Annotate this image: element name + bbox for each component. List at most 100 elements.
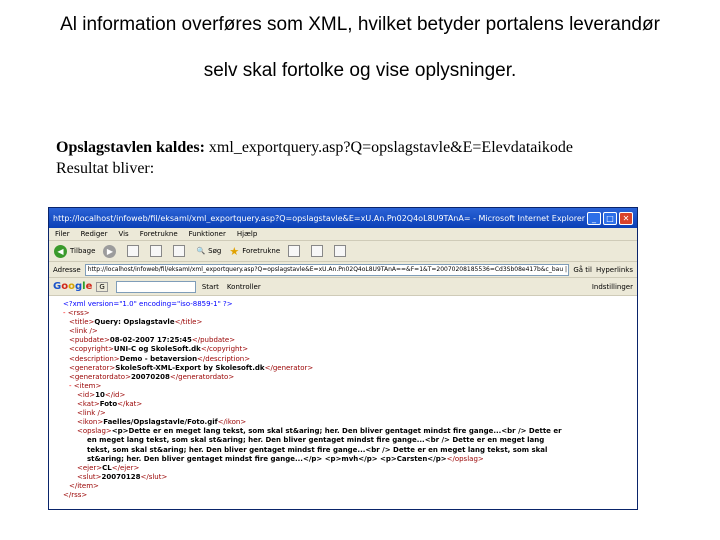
favorites-label: Foretrukne: [242, 247, 281, 255]
xml-line: </rss>: [63, 491, 637, 500]
xml-tag: <opslag>: [77, 427, 112, 436]
refresh-button[interactable]: [150, 245, 165, 257]
home-button[interactable]: [173, 245, 188, 257]
menu-bar: Filer Rediger Vis Foretrukne Funktioner …: [49, 228, 637, 241]
xml-content: <?xml version="1.0" encoding="iso-8859-1…: [49, 296, 637, 509]
xml-tag: </ejer>: [111, 463, 140, 472]
favorites-button[interactable]: ★ Foretrukne: [229, 245, 280, 258]
xml-line: st&aring; her. Den bliver gentaget minds…: [63, 455, 637, 464]
back-arrow-icon: ◀: [54, 244, 67, 258]
star-icon: ★: [229, 244, 240, 258]
google-g-button[interactable]: G: [96, 281, 108, 292]
menu-file[interactable]: Filer: [55, 230, 70, 238]
xml-tag: <pubdate>: [69, 336, 110, 345]
xml-tag: </id>: [104, 390, 126, 399]
google-settings-button[interactable]: Indstillinger: [592, 283, 633, 291]
xml-tag: </rss>: [63, 490, 88, 499]
back-label: Tilbage: [70, 247, 96, 255]
xml-tag: <generatordato>: [69, 372, 131, 381]
xml-text: 08-02-2007 17:25:45: [109, 336, 192, 345]
xml-line: <description>Demo - betaversion</descrip…: [63, 355, 637, 364]
xml-tag: </kat>: [117, 400, 143, 409]
xml-line: <ikon>Faelles/Opslagstavle/Foto.gif</iko…: [63, 418, 637, 427]
xml-tag: <copyright>: [69, 345, 114, 354]
xml-tag: <rss>: [67, 309, 90, 318]
menu-view[interactable]: Vis: [118, 230, 128, 238]
xml-tag: </item>: [69, 481, 99, 490]
xml-text: SkoleSoft-XML-Export by Skolesoft.dk: [115, 363, 265, 372]
xml-line: en meget lang tekst, som skal st&aring; …: [63, 436, 637, 445]
caption-query-line: Opslagstavlen kaldes: xml_exportquery.as…: [56, 139, 573, 157]
menu-help[interactable]: Hjælp: [237, 230, 257, 238]
close-button[interactable]: ✕: [619, 211, 633, 225]
caption-query: xml_exportquery.asp?Q=opslagstavle&E=Ele…: [204, 139, 573, 156]
xml-line: <generator>SkoleSoft-XML-Export by Skole…: [63, 364, 637, 373]
heading-line-2: selv skal fortolke og vise oplysninger.: [203, 60, 517, 81]
xml-text: 20070128: [101, 472, 141, 481]
xml-line: <kat>Foto</kat>: [63, 400, 637, 409]
xml-tag: </generatordato>: [169, 372, 235, 381]
print-button[interactable]: [334, 245, 349, 257]
xml-tag: </opslag>: [446, 454, 484, 463]
minimize-button[interactable]: _: [587, 211, 601, 225]
address-input[interactable]: http://localhost/infoweb/fil/eksamI/xml_…: [84, 263, 570, 276]
google-search-input[interactable]: [115, 280, 196, 293]
maximize-button[interactable]: □: [603, 211, 617, 225]
xml-line: <opslag><p>Dette er en meget lang tekst,…: [63, 427, 637, 436]
xml-tag: <generator>: [69, 363, 116, 372]
caption-label: Opslagstavlen kaldes:: [56, 139, 205, 156]
mail-icon: [311, 245, 324, 257]
go-button[interactable]: Gå til: [573, 266, 592, 274]
xml-tag: <item>: [73, 381, 102, 390]
xml-line: <pubdate>08-02-2007 17:25:45</pubdate>: [63, 336, 637, 345]
search-label: Søg: [208, 247, 222, 255]
xml-text: Query: Opslagstavle: [94, 318, 175, 327]
menu-edit[interactable]: Rediger: [81, 230, 108, 238]
search-icon: 🔍: [196, 247, 206, 255]
stop-button[interactable]: [127, 245, 142, 257]
history-button[interactable]: [288, 245, 303, 257]
xml-tag: <id>: [77, 390, 96, 399]
xml-text: 20070208: [130, 372, 170, 381]
forward-button[interactable]: ▶: [103, 244, 119, 258]
stop-icon: [127, 245, 140, 257]
google-check-button[interactable]: Kontroller: [227, 283, 261, 291]
xml-line: </item>: [63, 482, 637, 491]
google-logo: Google: [53, 281, 93, 292]
heading-line-1: Al information overføres som XML, hvilke…: [60, 14, 660, 35]
xml-line: <slut>20070128</slut>: [63, 473, 637, 482]
refresh-icon: [150, 245, 163, 257]
address-bar: Adresse http://localhost/infoweb/fil/eks…: [49, 262, 637, 278]
xml-text: Faelles/Opslagstavle/Foto.gif: [103, 418, 218, 427]
address-label: Adresse: [53, 265, 81, 274]
xml-text: <p>Dette er en meget lang tekst, som ska…: [111, 427, 562, 436]
google-start-button[interactable]: Start: [202, 283, 219, 291]
search-button[interactable]: 🔍 Søg: [196, 247, 221, 255]
xml-line: <ejer>CL</ejer>: [63, 464, 637, 473]
xml-text: st&aring; her. Den bliver gentaget minds…: [87, 454, 447, 463]
browser-toolbar: ◀ Tilbage ▶ 🔍 Søg ★ Foretrukne: [49, 241, 637, 262]
xml-line: tekst, som skal st&aring; her. Den blive…: [63, 446, 637, 455]
xml-line: <copyright>UNI-C og SkoleSoft.dk</copyri…: [63, 345, 637, 354]
xml-tag: <description>: [69, 354, 120, 363]
xml-text: Foto: [99, 400, 118, 409]
xml-text: CL: [102, 463, 112, 472]
xml-tag: <kat>: [77, 400, 100, 409]
menu-tools[interactable]: Funktioner: [189, 230, 226, 238]
menu-favorites[interactable]: Foretrukne: [140, 230, 178, 238]
xml-text: en meget lang tekst, som skal st&aring; …: [87, 436, 545, 445]
xml-tag: </title>: [174, 318, 203, 327]
xml-tag: <ikon>: [77, 418, 104, 427]
xml-tag: <slut>: [77, 472, 102, 481]
xml-tag: <?xml version="1.0" encoding="iso-8859-1…: [63, 300, 233, 308]
google-toolbar: Google G Start Kontroller Indstillinger: [49, 278, 637, 296]
xml-line: <link />: [63, 327, 637, 336]
mail-button[interactable]: [311, 245, 326, 257]
xml-text: UNI-C og SkoleSoft.dk: [113, 345, 201, 354]
xml-line: <id>10</id>: [63, 391, 637, 400]
back-button[interactable]: ◀ Tilbage: [54, 244, 96, 258]
links-button[interactable]: Hyperlinks: [596, 266, 633, 274]
window-title: http://localhost/infoweb/fil/eksaml/xml_…: [53, 213, 585, 223]
xml-text: 10: [95, 390, 105, 399]
print-icon: [334, 245, 347, 257]
